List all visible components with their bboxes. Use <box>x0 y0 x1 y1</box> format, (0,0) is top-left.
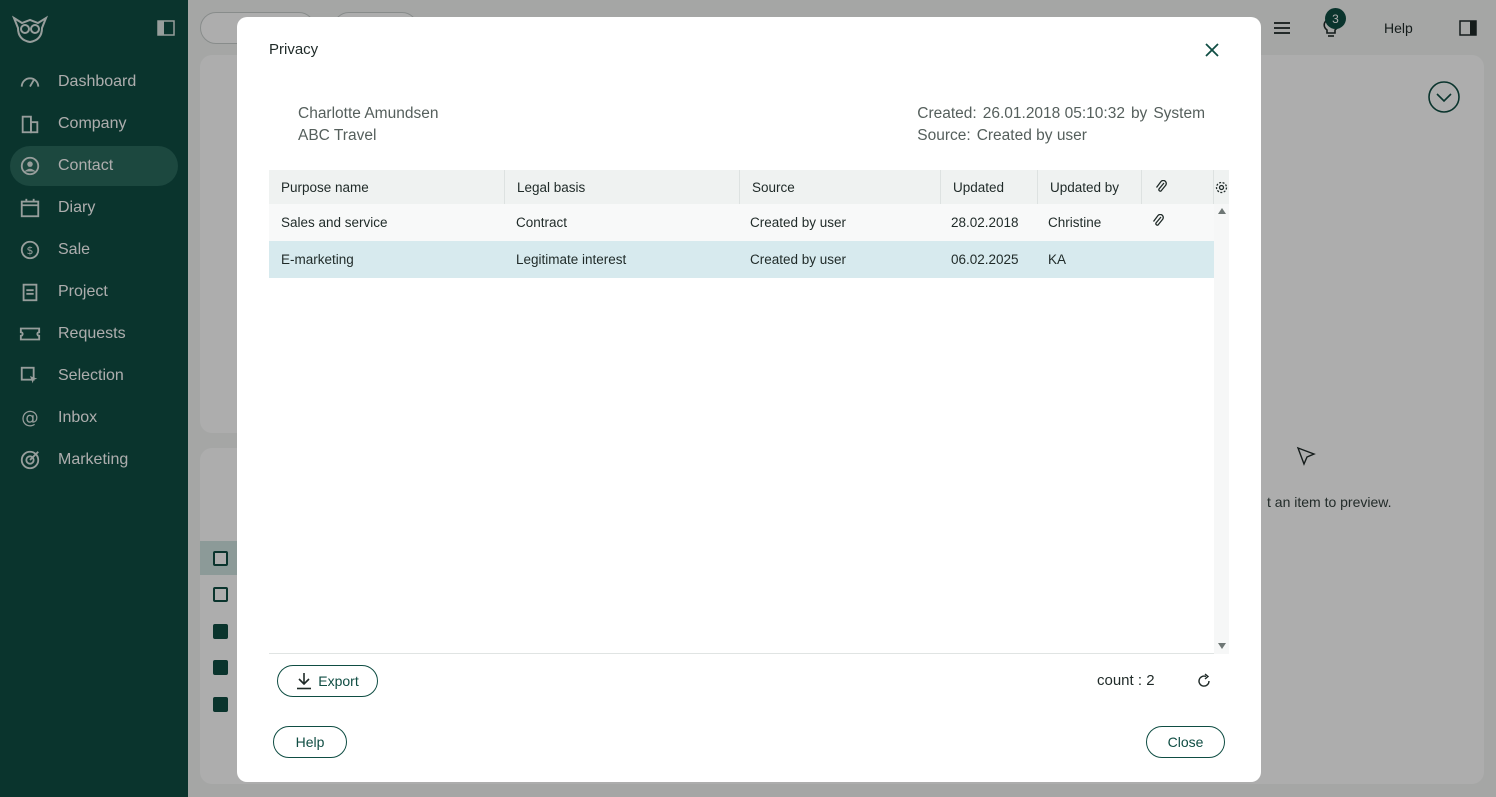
scroll-down-arrow-icon[interactable] <box>1218 643 1226 649</box>
contact-company: ABC Travel <box>298 127 377 144</box>
scroll-up-arrow-icon[interactable] <box>1218 208 1226 214</box>
export-label: Export <box>318 673 359 689</box>
gear-icon <box>1215 181 1228 193</box>
table-scrollbar[interactable] <box>1214 204 1229 654</box>
paperclip-icon <box>1152 213 1164 226</box>
contact-info: Charlotte Amundsen ABC Travel <box>298 103 438 147</box>
privacy-dialog: Privacy Charlotte Amundsen ABC Travel Cr… <box>237 17 1261 782</box>
column-header-attachment[interactable] <box>1142 170 1214 204</box>
close-button[interactable]: Close <box>1146 726 1225 758</box>
refresh-icon[interactable] <box>1195 672 1213 690</box>
table-row[interactable]: Sales and service Contract Created by us… <box>269 204 1214 241</box>
dialog-title: Privacy <box>269 41 319 58</box>
column-header-source[interactable]: Source <box>740 170 941 204</box>
paperclip-icon <box>1155 180 1167 192</box>
cell-updated-by: Christine <box>1048 215 1102 230</box>
cell-updated: 06.02.2025 <box>951 252 1019 267</box>
cell-updated-by: KA <box>1048 252 1067 267</box>
column-header-legal-basis[interactable]: Legal basis <box>505 170 740 204</box>
created-by-label: by <box>1130 105 1148 122</box>
record-info: Created: 26.01.2018 05:10:32 by System Sour… <box>917 103 1205 147</box>
created-value: 26.01.2018 05:10:32 <box>982 105 1125 122</box>
cell-purpose: E-marketing <box>281 252 354 267</box>
contact-name: Charlotte Amundsen <box>298 105 439 122</box>
cell-legal-basis: Contract <box>516 215 568 230</box>
column-header-updated-by[interactable]: Updated by <box>1038 170 1142 204</box>
source-value: Created by user <box>976 127 1087 144</box>
column-settings[interactable] <box>1214 170 1229 204</box>
row-count: count : 2 <box>1097 672 1155 689</box>
cell-source: Created by user <box>750 215 847 230</box>
download-icon <box>297 673 312 690</box>
cell-updated: 28.02.2018 <box>951 215 1019 230</box>
source-label: Source: <box>917 127 971 144</box>
created-label: Created: <box>917 105 977 122</box>
cell-purpose: Sales and service <box>281 215 388 230</box>
column-header-updated[interactable]: Updated <box>941 170 1038 204</box>
column-header-purpose[interactable]: Purpose name <box>269 170 505 204</box>
cell-attachment[interactable] <box>1140 213 1200 231</box>
export-button[interactable]: Export <box>277 665 378 697</box>
help-button[interactable]: Help <box>273 726 347 758</box>
table-row[interactable]: E-marketing Legitimate interest Created … <box>269 241 1214 278</box>
privacy-table: Purpose name Legal basis Source Updated … <box>269 170 1229 654</box>
cell-legal-basis: Legitimate interest <box>516 252 627 267</box>
table-header: Purpose name Legal basis Source Updated … <box>269 170 1229 204</box>
created-by-value: System <box>1153 105 1205 122</box>
cell-source: Created by user <box>750 252 847 267</box>
close-icon[interactable] <box>1200 38 1224 62</box>
